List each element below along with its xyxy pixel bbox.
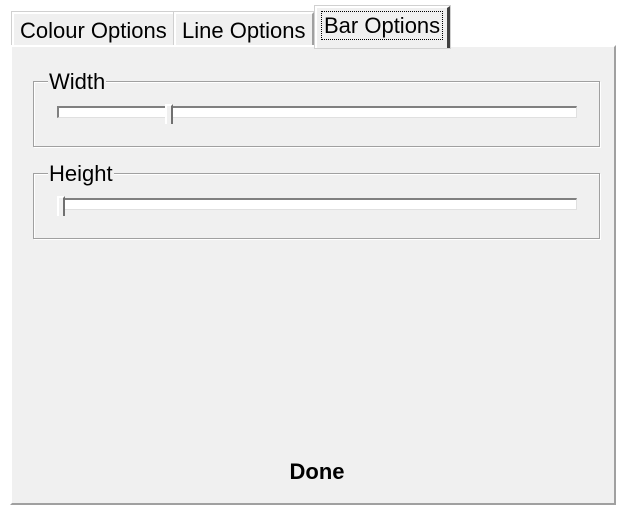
width-label: Width [48,69,107,94]
height-slider-thumb[interactable] [57,196,65,216]
width-slider-track[interactable] [57,106,577,118]
bar-options-dialog: Colour Options Line Options Bar Options … [0,0,621,510]
tab-colour-options-label: Colour Options [20,18,167,43]
height-slider-track[interactable] [57,198,577,210]
bar-options-panel: Width Height Done [10,45,616,505]
height-group: Height [33,162,600,239]
height-label: Height [48,161,114,186]
tab-line-options[interactable]: Line Options [173,11,315,47]
done-button[interactable]: Done [262,457,372,487]
width-slider-thumb[interactable] [164,104,173,124]
tab-bar-options[interactable]: Bar Options [313,5,452,49]
tab-bar-options-label: Bar Options [320,11,444,40]
tab-colour-options[interactable]: Colour Options [11,11,176,47]
width-group: Width [33,70,600,147]
tab-line-options-label: Line Options [182,18,306,43]
